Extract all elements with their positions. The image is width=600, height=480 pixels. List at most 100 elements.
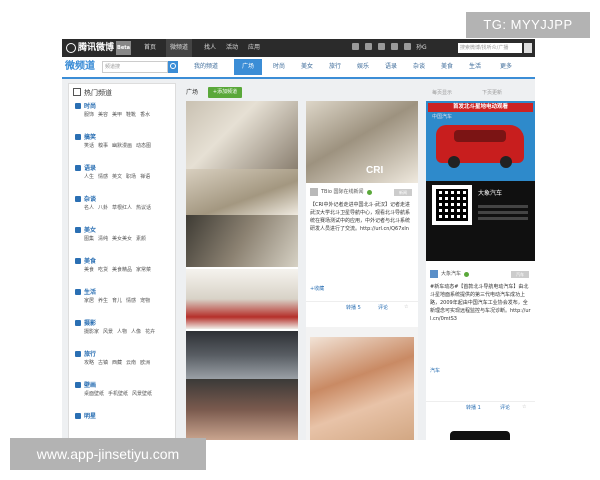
sidebar-subitem[interactable]: 香水 [140, 111, 150, 119]
nav-home[interactable]: 首页 [144, 39, 156, 57]
nav-channel[interactable]: 微频道 [166, 39, 193, 57]
tab-square[interactable]: 广场 [234, 59, 262, 75]
tab-beauty[interactable]: 美女 [294, 59, 320, 75]
avatar[interactable] [430, 270, 438, 278]
favorite-link[interactable]: +收藏 [310, 285, 324, 293]
sidebar-subitem[interactable]: 手机壁纸 [108, 390, 128, 398]
sidebar-subitem[interactable]: 幽默漫画 [112, 142, 132, 150]
tab-fashion[interactable]: 时尚 [266, 59, 292, 75]
sidebar-subitem[interactable]: 人物 [117, 328, 127, 336]
sidebar-group-title[interactable]: 摄影 [75, 319, 171, 328]
ad-banner[interactable]: 首发北斗星地电动观看 中国汽车 大象汽车 [426, 101, 535, 261]
comment-link[interactable]: 评论 [500, 404, 510, 411]
repost-count[interactable]: 转播 1 [466, 404, 481, 411]
channel-search-input[interactable]: 频道搜 [102, 61, 168, 73]
sidebar-subitem[interactable]: 素颜 [136, 235, 146, 243]
sidebar-group-title[interactable]: 壁画 [75, 381, 171, 390]
sidebar-subitem[interactable]: 美容 [98, 111, 108, 119]
repost-count[interactable]: 转播 5 [346, 304, 361, 311]
post-author[interactable]: 大象汽车 [441, 269, 461, 279]
sidebar-subitem[interactable]: 清纯 [98, 235, 108, 243]
weibo-logo[interactable]: 腾讯微博 Beta [66, 41, 131, 55]
refresh-label[interactable]: 下页更新 [482, 89, 502, 97]
post-category-badge[interactable]: 新闻 [394, 189, 412, 196]
post-author[interactable]: TBio 国际在线新闻 [321, 187, 364, 197]
sidebar-subitem[interactable]: 养生 [98, 297, 108, 305]
photo-office-hall[interactable] [186, 331, 298, 379]
sidebar-subitem[interactable]: 摄影家 [84, 328, 99, 336]
sidebar-group-title[interactable]: 语录 [75, 164, 171, 173]
sidebar-subitem[interactable]: 家居 [84, 297, 94, 305]
message-icon[interactable] [365, 43, 372, 50]
post-label-link[interactable]: 汽车 [430, 367, 440, 375]
sidebar-subitem[interactable]: 欧洲 [140, 359, 150, 367]
user-name[interactable]: 孙G [416, 39, 427, 57]
sidebar-subitem[interactable]: 花卉 [145, 328, 155, 336]
top-search-input[interactable]: 搜索微博/找听众/广播 [458, 43, 522, 53]
sidebar-subitem[interactable]: 热议话 [136, 204, 151, 212]
photo-exhibition[interactable] [186, 379, 298, 440]
sidebar-subitem[interactable]: 攻略 [84, 359, 94, 367]
channel-search-icon[interactable] [168, 61, 178, 73]
nav-apps[interactable]: 应用 [248, 39, 260, 57]
sidebar-subitem[interactable]: 情感 [126, 297, 136, 305]
nav-activity[interactable]: 活动 [226, 39, 238, 57]
tab-quotes[interactable]: 语录 [378, 59, 404, 75]
phone-image[interactable] [450, 431, 510, 440]
sidebar-subitem[interactable]: 桌面壁纸 [84, 390, 104, 398]
mail-icon[interactable] [378, 43, 385, 50]
tab-more[interactable]: 更多 [492, 59, 520, 75]
sidebar-subitem[interactable]: 名人 [84, 204, 94, 212]
post-photo[interactable]: CRI [306, 101, 418, 183]
sidebar-subitem[interactable]: 禅语 [140, 173, 150, 181]
sidebar-group-title[interactable]: 旅行 [75, 350, 171, 359]
comment-link[interactable]: 评论 [378, 304, 388, 311]
sidebar-subitem[interactable]: 古镇 [98, 359, 108, 367]
sidebar-subitem[interactable]: 英文 [112, 173, 122, 181]
tab-food[interactable]: 美食 [434, 59, 460, 75]
sidebar-subitem[interactable]: 人生 [84, 173, 94, 181]
home-icon[interactable] [352, 43, 359, 50]
notification-icon[interactable] [391, 43, 398, 50]
photo-people-2[interactable] [186, 169, 298, 215]
sidebar-subitem[interactable]: 笑话 [84, 142, 94, 150]
sidebar-group-title[interactable]: 生活 [75, 288, 171, 297]
tab-life[interactable]: 生活 [462, 59, 488, 75]
sidebar-subitem[interactable]: 人像 [131, 328, 141, 336]
sidebar-subitem[interactable]: 云南 [126, 359, 136, 367]
star-icon[interactable]: ☆ [522, 404, 526, 410]
photo-woman[interactable] [310, 337, 414, 440]
sidebar-subitem[interactable]: 服饰 [84, 111, 94, 119]
sidebar-group-title[interactable]: 搞笑 [75, 133, 171, 142]
nav-find-people[interactable]: 找人 [204, 39, 216, 57]
settings-icon[interactable] [404, 43, 411, 50]
tab-my-channels[interactable]: 我的频道 [186, 59, 226, 75]
tab-entertainment[interactable]: 娱乐 [350, 59, 376, 75]
sidebar-group-title[interactable]: 美食 [75, 257, 171, 266]
sidebar-subitem[interactable]: 风景壁纸 [132, 390, 152, 398]
sidebar-group-title[interactable]: 美女 [75, 226, 171, 235]
tab-travel[interactable]: 旅行 [322, 59, 348, 75]
sidebar-subitem[interactable]: 鞋靴 [126, 111, 136, 119]
sidebar-group-title[interactable]: 明星 [75, 412, 171, 421]
sidebar-subitem[interactable]: 宠物 [140, 297, 150, 305]
sidebar-subitem[interactable]: 情感 [98, 173, 108, 181]
channel-brand[interactable]: 微频道 [65, 60, 95, 74]
sidebar-subitem[interactable]: 风景 [103, 328, 113, 336]
sidebar-subitem[interactable]: 美食精品 [112, 266, 132, 274]
sidebar-subitem[interactable]: 育儿 [112, 297, 122, 305]
sidebar-subitem[interactable]: 糗事 [98, 142, 108, 150]
sidebar-group-title[interactable]: 杂谈 [75, 195, 171, 204]
photo-man-reading[interactable] [186, 215, 298, 267]
tab-misc[interactable]: 杂谈 [406, 59, 432, 75]
sidebar-subitem[interactable]: 草根红人 [112, 204, 132, 212]
sidebar-subitem[interactable]: 八卦 [98, 204, 108, 212]
post-category-badge[interactable]: 汽车 [511, 271, 529, 278]
sidebar-subitem[interactable]: 图集 [84, 235, 94, 243]
sidebar-subitem[interactable]: 美甲 [112, 111, 122, 119]
photo-man-with-box[interactable] [186, 269, 298, 329]
sidebar-subitem[interactable]: 动态图 [136, 142, 151, 150]
sidebar-group-title[interactable]: 时尚 [75, 102, 171, 111]
sidebar-subitem[interactable]: 吃货 [98, 266, 108, 274]
search-icon[interactable] [524, 43, 532, 53]
